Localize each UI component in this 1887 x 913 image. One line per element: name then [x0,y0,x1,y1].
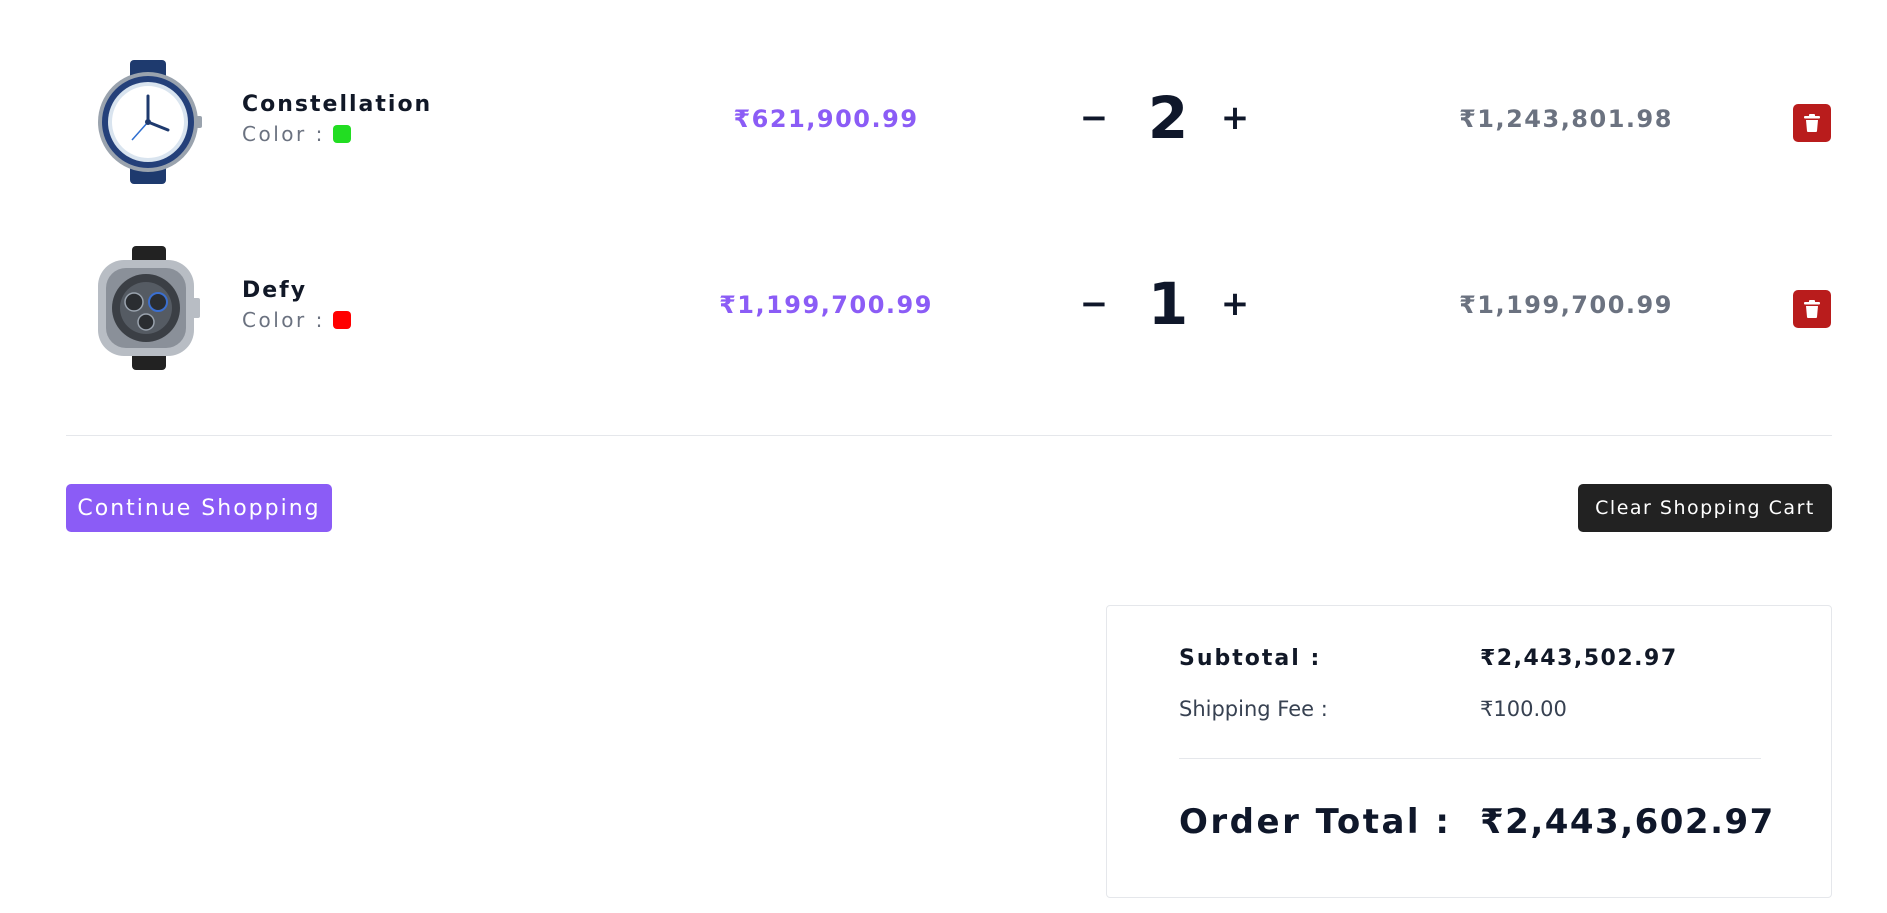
subtotal-label: Subtotal : [1179,646,1322,671]
clear-cart-button[interactable]: Clear Shopping Cart [1578,484,1832,532]
shipping-fee-value: ₹100.00 [1480,697,1567,721]
item-color: Color : [242,308,351,332]
decrease-quantity-button[interactable]: − [1074,284,1114,324]
trash-icon [1804,300,1820,318]
color-swatch [332,125,351,143]
remove-item-button[interactable] [1793,104,1831,142]
order-summary: Subtotal : ₹2,443,502.97 Shipping Fee : … [1106,605,1832,898]
shipping-fee-label: Shipping Fee : [1179,697,1328,721]
unit-price: ₹621,900.99 [733,105,919,133]
increase-quantity-button[interactable]: + [1215,98,1255,138]
order-total-label: Order Total : [1179,802,1452,842]
color-label: Color : [242,308,325,332]
item-color: Color : [242,122,432,146]
cart-divider [66,435,1832,436]
line-total: ₹1,243,801.98 [1459,105,1673,133]
decrease-quantity-button[interactable]: − [1074,98,1114,138]
cart-row: Constellation Color : ₹621,900.99 − 2 + … [66,30,1832,216]
item-info: Constellation Color : [242,92,432,146]
product-image-defy [92,246,204,370]
color-swatch [332,311,351,329]
product-image-constellation [92,60,204,184]
cart-row: Defy Color : ₹1,199,700.99 − 1 + ₹1,199,… [66,216,1832,402]
continue-shopping-button[interactable]: Continue Shopping [66,484,332,532]
quantity-stepper: − 2 + [1074,76,1296,166]
quantity-value: 1 [1147,270,1189,338]
remove-item-button[interactable] [1793,290,1831,328]
subtotal-value: ₹2,443,502.97 [1480,646,1678,671]
order-total-value: ₹2,443,602.97 [1480,802,1775,842]
cart-items: Constellation Color : ₹621,900.99 − 2 + … [66,30,1832,402]
trash-icon [1804,114,1820,132]
watch-constellation-image [98,60,202,184]
quantity-stepper: − 1 + [1074,262,1296,352]
quantity-value: 2 [1147,84,1189,152]
item-name: Constellation [242,92,433,117]
item-info: Defy Color : [242,278,351,332]
watch-defy-image [98,246,200,370]
summary-divider [1179,758,1761,759]
item-name: Defy [242,278,308,303]
unit-price: ₹1,199,700.99 [719,291,933,319]
color-label: Color : [242,122,325,146]
line-total: ₹1,199,700.99 [1459,291,1673,319]
increase-quantity-button[interactable]: + [1215,284,1255,324]
